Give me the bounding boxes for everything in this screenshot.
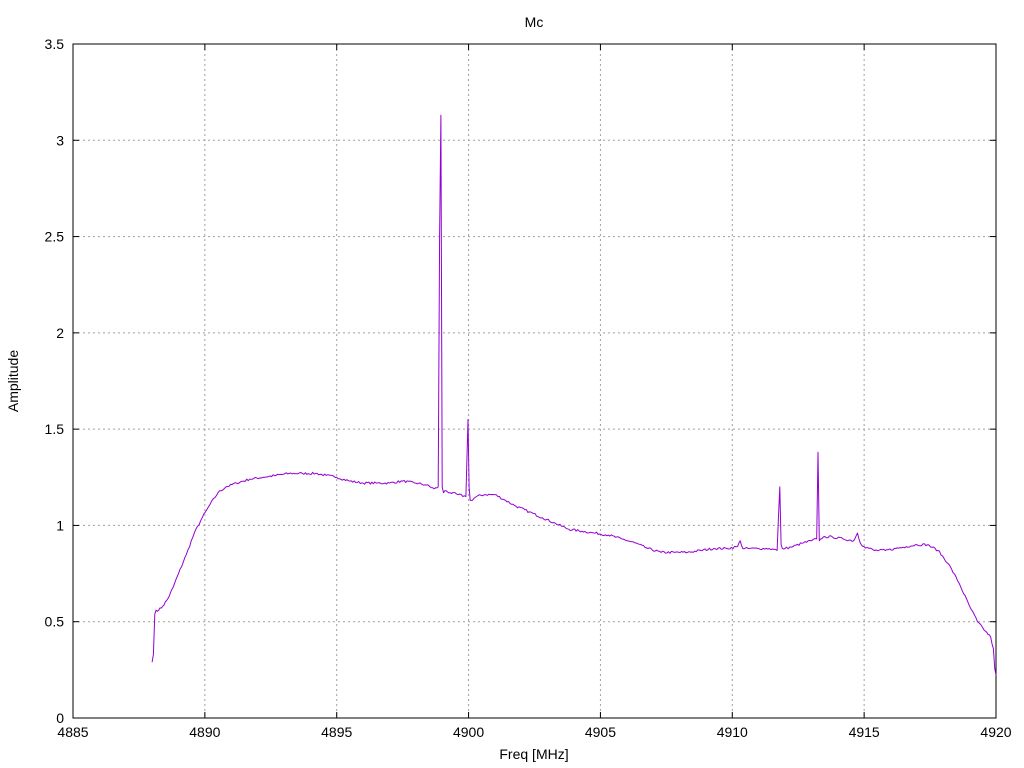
y-tick-label: 0.5 (45, 614, 65, 630)
series-line (151, 114, 997, 676)
y-tick-label: 3.5 (45, 36, 65, 52)
x-axis-label: Freq [MHz] (499, 746, 568, 762)
chart-container: 4885 4890 4895 4900 4905 4910 4915 4920 0 0.5 1 1.5… (0, 0, 1024, 768)
axis-ticks (72, 43, 997, 719)
x-tick-label: 4900 (453, 724, 484, 740)
grid (73, 44, 996, 718)
chart-title: Mc (525, 14, 544, 30)
y-tick-label: 2 (56, 325, 64, 341)
y-axis-label: Amplitude (5, 350, 21, 412)
y-tick-label: 3 (56, 132, 64, 148)
x-tick-label: 4885 (57, 724, 88, 740)
line-chart: 4885 4890 4895 4900 4905 4910 4915 4920 0 0.5 1 1.5… (5, 14, 1012, 762)
y-tick-label: 1.5 (45, 421, 65, 437)
series-layer (151, 114, 997, 676)
x-tick-label: 4890 (189, 724, 220, 740)
x-tick-label: 4895 (321, 724, 352, 740)
plot-frame (72, 43, 997, 719)
y-tick-label: 2.5 (45, 229, 65, 245)
y-tick-label: 1 (56, 517, 64, 533)
x-tick-label: 4920 (980, 724, 1011, 740)
x-tick-label: 4915 (849, 724, 880, 740)
tick-labels: 4885 4890 4895 4900 4905 4910 4915 4920 0 0.5 1 1.5… (45, 36, 1012, 740)
x-tick-label: 4905 (585, 724, 616, 740)
x-tick-label: 4910 (717, 724, 748, 740)
y-tick-label: 0 (56, 710, 64, 726)
